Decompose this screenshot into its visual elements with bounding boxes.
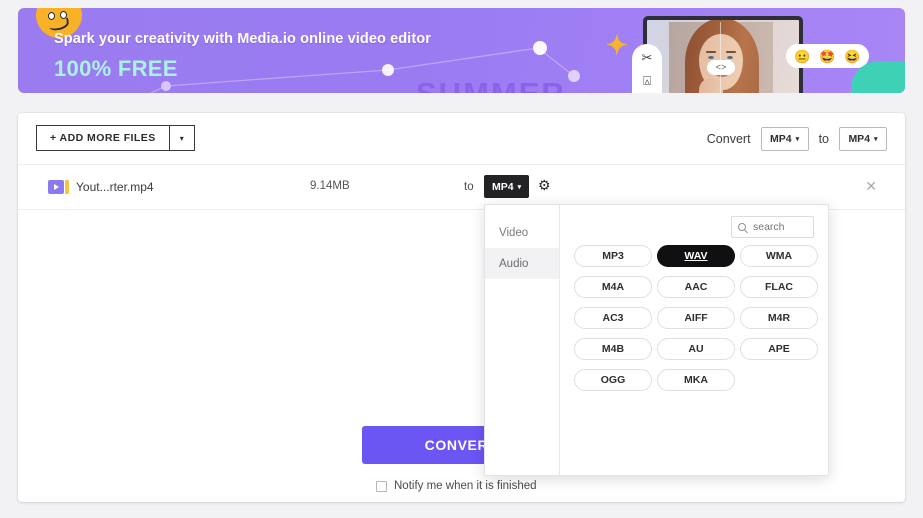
convert-label: Convert bbox=[706, 132, 751, 146]
format-category-audio[interactable]: Audio bbox=[485, 248, 559, 279]
chevron-down-icon: ▾ bbox=[517, 183, 522, 191]
video-file-icon bbox=[48, 180, 69, 194]
format-chip-mp3[interactable]: MP3 bbox=[574, 245, 652, 267]
format-category-video[interactable]: Video bbox=[485, 217, 559, 248]
banner-emoji-bar: 😐 🤩 😆 bbox=[786, 44, 869, 68]
gear-icon[interactable]: ⚙ bbox=[538, 178, 551, 192]
banner-laptop-illustration: <> bbox=[643, 16, 803, 93]
target-format-select[interactable]: MP4 ▾ bbox=[839, 127, 887, 151]
close-icon[interactable]: ✕ bbox=[865, 179, 877, 193]
format-chip-m4b[interactable]: M4B bbox=[574, 338, 652, 360]
notify-row: Notify me when it is finished bbox=[376, 480, 537, 492]
format-dropdown-panel: Video Audio MP3 WAV WMA M4A AAC FLAC AC3… bbox=[484, 204, 829, 476]
format-chip-mka[interactable]: MKA bbox=[657, 369, 735, 391]
format-chip-wav[interactable]: WAV bbox=[657, 245, 735, 267]
banner-subline: 100% FREE bbox=[54, 56, 178, 81]
target-format-value: MP4 bbox=[848, 133, 871, 145]
format-chip-ac3[interactable]: AC3 bbox=[574, 307, 652, 329]
banner-headline: Spark your creativity with Media.io onli… bbox=[54, 31, 431, 47]
file-size: 9.14MB bbox=[310, 180, 350, 192]
file-target-format-value: MP4 bbox=[492, 180, 514, 193]
format-chip-ogg[interactable]: OGG bbox=[574, 369, 652, 391]
file-to-label: to bbox=[464, 181, 474, 193]
emoji-2: 🤩 bbox=[819, 48, 836, 64]
promo-banner[interactable]: SUMMER Spark your creativity with Media.… bbox=[18, 8, 905, 93]
format-chip-m4a[interactable]: M4A bbox=[574, 276, 652, 298]
banner-background-word: SUMMER bbox=[416, 76, 566, 93]
format-search-input[interactable] bbox=[751, 220, 809, 234]
scissors-icon: ✂ bbox=[641, 50, 653, 65]
add-more-files-button[interactable]: + ADD MORE FILES bbox=[36, 125, 169, 151]
emoji-3: 😆 bbox=[844, 48, 861, 64]
crop-icon: ⍓ bbox=[643, 73, 651, 88]
to-label: to bbox=[818, 132, 829, 146]
format-chip-flac[interactable]: FLAC bbox=[740, 276, 818, 298]
app-page: SUMMER Spark your creativity with Media.… bbox=[0, 0, 923, 518]
star-icon: ✦ bbox=[606, 30, 628, 60]
source-format-value: MP4 bbox=[770, 133, 792, 145]
chevron-down-icon: ▾ bbox=[795, 136, 800, 143]
global-convert-controls: Convert MP4 ▾ to MP4 ▾ bbox=[707, 127, 887, 151]
format-search-box[interactable] bbox=[731, 216, 814, 238]
notify-label: Notify me when it is finished bbox=[394, 480, 537, 492]
format-chip-grid: MP3 WAV WMA M4A AAC FLAC AC3 AIFF M4R M4… bbox=[574, 245, 824, 391]
source-format-select[interactable]: MP4 ▾ bbox=[760, 127, 809, 151]
file-name: Yout...rter.mp4 bbox=[76, 180, 154, 194]
add-files-group: + ADD MORE FILES ▾ bbox=[36, 125, 195, 151]
format-chip-wma[interactable]: WMA bbox=[740, 245, 818, 267]
file-target-format-button[interactable]: MP4 ▾ bbox=[484, 175, 530, 198]
code-badge: <> bbox=[707, 60, 735, 75]
notify-checkbox[interactable] bbox=[376, 480, 387, 492]
add-more-files-dropdown-caret[interactable]: ▾ bbox=[168, 125, 195, 151]
format-chip-au[interactable]: AU bbox=[657, 338, 735, 360]
search-icon bbox=[738, 223, 746, 231]
format-chip-aiff[interactable]: AIFF bbox=[657, 307, 735, 329]
format-category-list: Video Audio bbox=[485, 205, 560, 475]
format-chip-m4r[interactable]: M4R bbox=[740, 307, 818, 329]
format-chip-aac[interactable]: AAC bbox=[657, 276, 735, 298]
converter-toolbar: + ADD MORE FILES ▾ Convert MP4 ▾ to MP4 … bbox=[18, 113, 905, 165]
emoji-1: 😐 bbox=[794, 48, 811, 64]
chevron-down-icon: ▾ bbox=[874, 136, 878, 143]
format-grid-area: MP3 WAV WMA M4A AAC FLAC AC3 AIFF M4R M4… bbox=[560, 205, 828, 475]
converter-card: + ADD MORE FILES ▾ Convert MP4 ▾ to MP4 … bbox=[18, 113, 905, 502]
format-chip-ape[interactable]: APE bbox=[740, 338, 818, 360]
banner-portrait-image: <> bbox=[669, 20, 773, 93]
banner-tool-strip: ✂ ⍓ bbox=[632, 44, 662, 93]
